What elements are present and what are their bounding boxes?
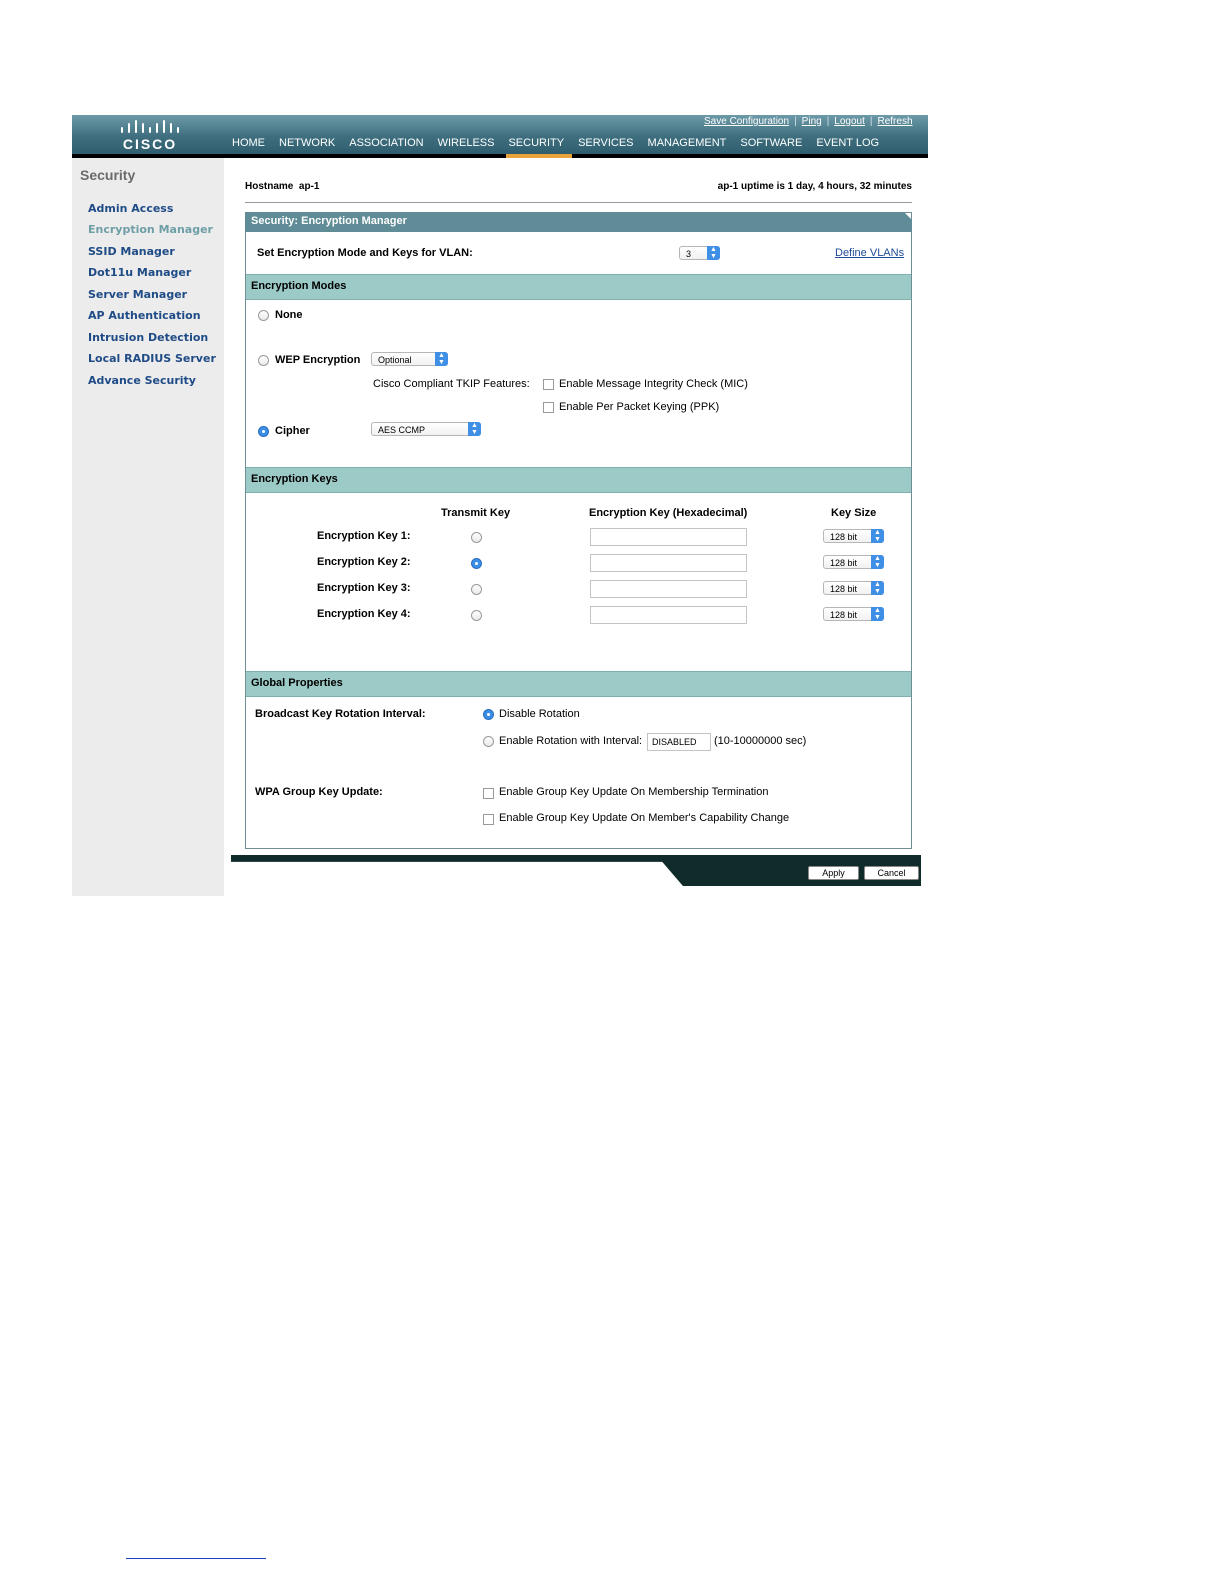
nav-event-log[interactable]: EVENT LOG [816, 137, 879, 149]
key-2-size-value: 128 bit [830, 558, 858, 568]
mode-cipher-label: Cipher [275, 425, 310, 437]
logout-link[interactable]: Logout [834, 116, 865, 127]
select-arrows-icon: ▲ ▼ [707, 246, 720, 260]
rotation-interval-input[interactable]: DISABLED [647, 733, 711, 751]
cipher-select[interactable]: AES CCMP ▲ ▼ [371, 422, 481, 436]
apply-button[interactable]: Apply [808, 866, 859, 880]
refresh-link[interactable]: Refresh [878, 116, 913, 127]
tkip-features-label: Cisco Compliant TKIP Features: [373, 378, 530, 390]
nav-network[interactable]: NETWORK [279, 137, 335, 149]
rotation-interval-range: (10-10000000 sec) [714, 735, 807, 747]
encryption-keys-bar [246, 467, 911, 493]
sidebar-item-ssid-manager[interactable]: SSID Manager [88, 245, 175, 258]
select-arrows-icon: ▲ ▼ [435, 352, 448, 366]
key-3-transmit-radio[interactable] [471, 584, 482, 595]
wep-select[interactable]: Optional ▲ ▼ [371, 352, 448, 366]
key-1-size-value: 128 bit [830, 532, 858, 542]
select-arrows-icon: ▲ ▼ [871, 555, 884, 569]
encryption-key-header: Encryption Key (Hexadecimal) [589, 507, 748, 519]
key-size-header: Key Size [831, 507, 877, 519]
nav-management[interactable]: MANAGEMENT [648, 137, 727, 149]
sidebar-item-ap-authentication[interactable]: AP Authentication [88, 309, 201, 322]
key-4-transmit-radio[interactable] [471, 610, 482, 621]
nav-wireless[interactable]: WIRELESS [438, 137, 495, 149]
disable-rotation-label: Disable Rotation [499, 708, 580, 720]
key-4-input[interactable] [590, 606, 747, 624]
mode-none-radio[interactable] [258, 310, 269, 321]
select-arrows-icon: ▲ ▼ [871, 581, 884, 595]
enable-rotation-label: Enable Rotation with Interval: [499, 735, 643, 747]
vlan-label: Set Encryption Mode and Keys for VLAN: [257, 247, 473, 259]
global-properties-title: Global Properties [251, 677, 343, 689]
key-2-label: Encryption Key 2: [317, 556, 411, 568]
vlan-select-value: 3 [686, 249, 692, 259]
encryption-modes-title: Encryption Modes [251, 280, 347, 292]
key-4-size-select[interactable]: 128 bit ▲ ▼ [823, 607, 884, 621]
define-vlans-link[interactable]: Define VLANs [835, 247, 904, 259]
ppk-checkbox[interactable] [543, 402, 554, 413]
key-3-size-select[interactable]: 128 bit ▲ ▼ [823, 581, 884, 595]
key-2-transmit-radio[interactable] [471, 558, 482, 569]
membership-termination-checkbox[interactable] [483, 788, 494, 799]
nav-security[interactable]: SECURITY [506, 137, 572, 158]
membership-termination-label: Enable Group Key Update On Membership Te… [499, 786, 769, 798]
key-4-size-value: 128 bit [830, 610, 858, 620]
top-links: Save Configuration | Ping | Logout | Refresh [704, 116, 913, 127]
wep-select-value: Optional [378, 355, 412, 365]
key-3-size-value: 128 bit [830, 584, 858, 594]
sidebar-item-dot11u-manager[interactable]: Dot11u Manager [88, 266, 191, 279]
sidebar-title: Security [80, 167, 136, 183]
nav-home[interactable]: HOME [232, 137, 265, 149]
sidebar-item-intrusion-detection[interactable]: Intrusion Detection [88, 331, 208, 344]
key-4-label: Encryption Key 4: [317, 608, 411, 620]
mic-checkbox[interactable] [543, 379, 554, 390]
sidebar-item-admin-access[interactable]: Admin Access [88, 202, 173, 215]
key-3-input[interactable] [590, 580, 747, 598]
sidebar-item-encryption-manager[interactable]: Encryption Manager [88, 223, 213, 236]
hostname-label: Hostname ap-1 [245, 181, 320, 192]
ppk-label: Enable Per Packet Keying (PPK) [559, 401, 720, 413]
nav-software[interactable]: SOFTWARE [740, 137, 802, 149]
sidebar-item-server-manager[interactable]: Server Manager [88, 288, 187, 301]
wpa-group-key-update-label: WPA Group Key Update: [255, 786, 383, 798]
broadcast-key-rotation-label: Broadcast Key Rotation Interval: [255, 708, 426, 720]
mode-wep-radio[interactable] [258, 355, 269, 366]
cipher-select-value: AES CCMP [378, 425, 426, 435]
transmit-key-header: Transmit Key [441, 507, 511, 519]
enable-rotation-radio[interactable] [483, 736, 494, 747]
encryption-keys-title: Encryption Keys [251, 473, 338, 485]
mode-none-label: None [275, 309, 303, 321]
footnote-rule [126, 1558, 266, 1559]
status-divider [245, 202, 912, 203]
logo-wordmark: CISCO [122, 136, 178, 152]
key-1-size-select[interactable]: 128 bit ▲ ▼ [823, 529, 884, 543]
cancel-button[interactable]: Cancel [864, 866, 919, 880]
mic-label: Enable Message Integrity Check (MIC) [559, 378, 748, 390]
nav-association[interactable]: ASSOCIATION [349, 137, 423, 149]
vlan-select[interactable]: 3 ▲ ▼ [679, 246, 720, 260]
select-arrows-icon: ▲ ▼ [871, 529, 884, 543]
disable-rotation-radio[interactable] [483, 709, 494, 720]
save-configuration-link[interactable]: Save Configuration [704, 116, 789, 127]
sidebar-item-advance-security[interactable]: Advance Security [88, 374, 196, 387]
key-2-input[interactable] [590, 554, 747, 572]
global-properties-bar [246, 671, 911, 697]
select-arrows-icon: ▲ ▼ [468, 422, 481, 436]
select-arrows-icon: ▲ ▼ [871, 607, 884, 621]
ping-link[interactable]: Ping [802, 116, 822, 127]
key-1-transmit-radio[interactable] [471, 532, 482, 543]
uptime-label: ap-1 uptime is 1 day, 4 hours, 32 minute… [717, 181, 912, 192]
capability-change-label: Enable Group Key Update On Member's Capa… [499, 812, 790, 824]
nav-services[interactable]: SERVICES [578, 137, 633, 149]
capability-change-checkbox[interactable] [483, 814, 494, 825]
key-2-size-select[interactable]: 128 bit ▲ ▼ [823, 555, 884, 569]
key-1-label: Encryption Key 1: [317, 530, 411, 542]
key-1-input[interactable] [590, 528, 747, 546]
mode-cipher-radio[interactable] [258, 426, 269, 437]
main-nav: HOME NETWORK ASSOCIATION WIRELESS SECURITY SE… [232, 137, 893, 158]
mode-wep-label: WEP Encryption [275, 354, 361, 366]
panel-title: Security: Encryption Manager [251, 215, 407, 227]
sidebar-item-local-radius-server[interactable]: Local RADIUS Server [88, 352, 216, 365]
key-3-label: Encryption Key 3: [317, 582, 411, 594]
